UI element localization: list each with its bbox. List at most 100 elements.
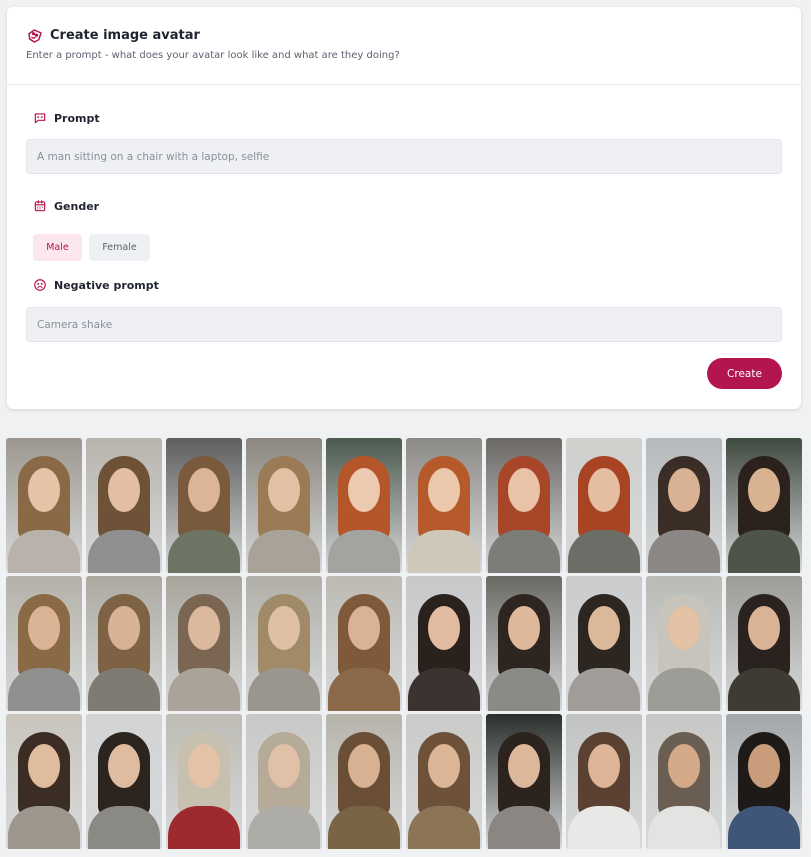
avatar-thumbnail[interactable] <box>566 714 642 849</box>
avatar-thumbnail[interactable] <box>326 438 402 573</box>
avatar-face <box>188 606 220 650</box>
avatar-thumbnail[interactable] <box>6 714 82 849</box>
avatar-face <box>268 606 300 650</box>
prompt-label-text: Prompt <box>54 111 100 125</box>
avatar-thumbnail[interactable] <box>406 438 482 573</box>
avatar-face <box>748 606 780 650</box>
avatar-face <box>188 468 220 512</box>
avatar-body <box>328 668 400 711</box>
avatar-thumbnail[interactable] <box>166 576 242 711</box>
avatar-body <box>408 806 480 849</box>
avatar-face <box>28 606 60 650</box>
avatar-face <box>28 468 60 512</box>
avatar-thumbnail[interactable] <box>726 576 802 711</box>
gender-label-text: Gender <box>54 199 100 213</box>
avatar-face <box>28 744 60 788</box>
avatar-face <box>188 744 220 788</box>
avatar-body <box>248 668 320 711</box>
avatar-face <box>108 606 140 650</box>
avatar-thumbnail[interactable] <box>86 438 162 573</box>
avatar-body <box>328 530 400 573</box>
prompt-input[interactable] <box>26 139 782 174</box>
avatar-body <box>488 806 560 849</box>
avatar-face <box>588 606 620 650</box>
avatar-body <box>568 668 640 711</box>
avatar-face <box>508 606 540 650</box>
avatar-thumbnail[interactable] <box>326 576 402 711</box>
avatar-gallery <box>6 438 803 850</box>
avatar-thumbnail[interactable] <box>86 714 162 849</box>
avatar-face <box>668 468 700 512</box>
avatar-body <box>408 530 480 573</box>
avatar-thumbnail[interactable] <box>166 714 242 849</box>
avatar-body <box>648 530 720 573</box>
avatar-thumbnail[interactable] <box>646 714 722 849</box>
avatar-thumbnail[interactable] <box>486 576 562 711</box>
avatar-body <box>248 530 320 573</box>
create-button[interactable]: Create <box>707 358 782 389</box>
avatar-body <box>248 806 320 849</box>
avatar-body <box>648 806 720 849</box>
avatar-face <box>748 744 780 788</box>
avatar-thumbnail[interactable] <box>6 438 82 573</box>
avatar-body <box>568 530 640 573</box>
prompt-label: Prompt <box>33 111 100 125</box>
avatar-thumbnail[interactable] <box>246 576 322 711</box>
avatar-thumbnail[interactable] <box>166 438 242 573</box>
avatar-thumbnail[interactable] <box>646 576 722 711</box>
avatar-thumbnail[interactable] <box>406 714 482 849</box>
negative-prompt-input[interactable] <box>26 307 782 342</box>
card-header: Create image avatar Enter a prompt - wha… <box>7 7 801 85</box>
avatar-face <box>268 468 300 512</box>
palette-icon <box>28 29 42 43</box>
avatar-face <box>348 744 380 788</box>
avatar-thumbnail[interactable] <box>6 576 82 711</box>
gender-female-button[interactable]: Female <box>89 234 150 261</box>
avatar-face <box>588 744 620 788</box>
avatar-body <box>88 530 160 573</box>
avatar-thumbnail[interactable] <box>726 438 802 573</box>
avatar-body <box>728 806 800 849</box>
gender-label: Gender <box>33 199 99 213</box>
avatar-body <box>328 806 400 849</box>
avatar-thumbnail[interactable] <box>406 576 482 711</box>
avatar-thumbnail[interactable] <box>246 438 322 573</box>
avatar-body <box>488 530 560 573</box>
avatar-body <box>168 530 240 573</box>
create-avatar-card: Create image avatar Enter a prompt - wha… <box>7 7 801 409</box>
avatar-thumbnail[interactable] <box>326 714 402 849</box>
avatar-thumbnail[interactable] <box>566 576 642 711</box>
avatar-face <box>508 744 540 788</box>
avatar-body <box>648 668 720 711</box>
calendar-icon <box>34 200 46 212</box>
gender-male-button[interactable]: Male <box>33 234 82 261</box>
avatar-body <box>88 668 160 711</box>
negative-prompt-label-text: Negative prompt <box>54 278 159 292</box>
sad-face-icon <box>34 279 46 291</box>
negative-prompt-label: Negative prompt <box>33 278 159 292</box>
avatar-thumbnail[interactable] <box>646 438 722 573</box>
avatar-face <box>668 744 700 788</box>
avatar-body <box>168 668 240 711</box>
avatar-face <box>348 606 380 650</box>
chat-bot-icon <box>34 113 46 124</box>
avatar-thumbnail[interactable] <box>86 576 162 711</box>
avatar-thumbnail[interactable] <box>246 714 322 849</box>
avatar-body <box>88 806 160 849</box>
avatar-face <box>348 468 380 512</box>
avatar-body <box>488 668 560 711</box>
avatar-body <box>408 668 480 711</box>
avatar-face <box>428 744 460 788</box>
avatar-face <box>108 468 140 512</box>
avatar-face <box>268 744 300 788</box>
avatar-body <box>728 530 800 573</box>
avatar-body <box>568 806 640 849</box>
avatar-thumbnail[interactable] <box>486 438 562 573</box>
avatar-body <box>8 806 80 849</box>
avatar-face <box>668 606 700 650</box>
avatar-thumbnail[interactable] <box>566 438 642 573</box>
avatar-thumbnail[interactable] <box>726 714 802 849</box>
avatar-body <box>168 806 240 849</box>
avatar-thumbnail[interactable] <box>486 714 562 849</box>
avatar-body <box>8 530 80 573</box>
